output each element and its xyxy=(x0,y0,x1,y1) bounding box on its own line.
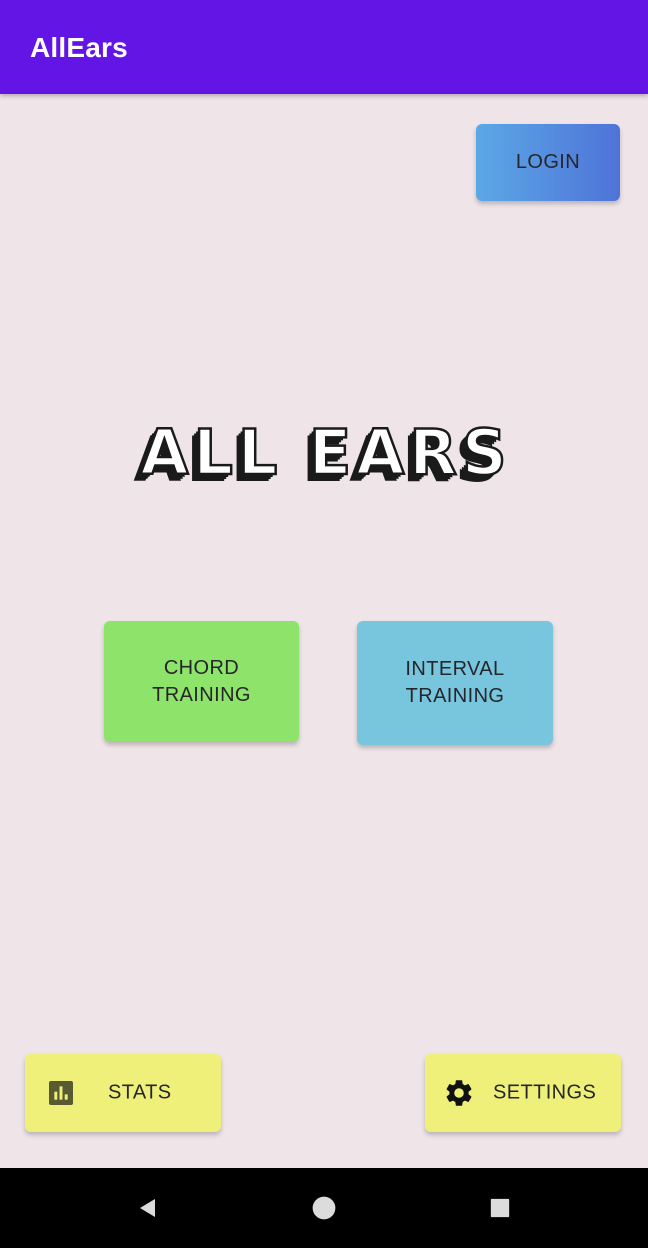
settings-label: SETTINGS xyxy=(493,1081,597,1104)
recents-square-icon[interactable] xyxy=(482,1190,518,1226)
main-screen: AllEars LOGIN ALL EARS CHORD TRAINING IN… xyxy=(0,0,648,1248)
bar-chart-icon xyxy=(49,1081,73,1105)
app-title: AllEars xyxy=(30,32,128,63)
interval-training-button[interactable]: INTERVAL TRAINING xyxy=(357,621,553,745)
login-button[interactable]: LOGIN xyxy=(476,124,620,201)
settings-button[interactable]: SETTINGS xyxy=(425,1054,621,1132)
back-triangle-icon[interactable] xyxy=(130,1190,166,1226)
stats-button[interactable]: STATS xyxy=(25,1054,221,1132)
system-nav-bar xyxy=(0,1168,648,1248)
home-circle-icon[interactable] xyxy=(306,1190,342,1226)
gear-icon xyxy=(446,1080,472,1106)
all-ears-logo: ALL EARS xyxy=(139,416,512,489)
app-bar: AllEars xyxy=(0,0,648,94)
stats-label: STATS xyxy=(108,1081,172,1104)
chord-training-button[interactable]: CHORD TRAINING xyxy=(104,621,299,742)
